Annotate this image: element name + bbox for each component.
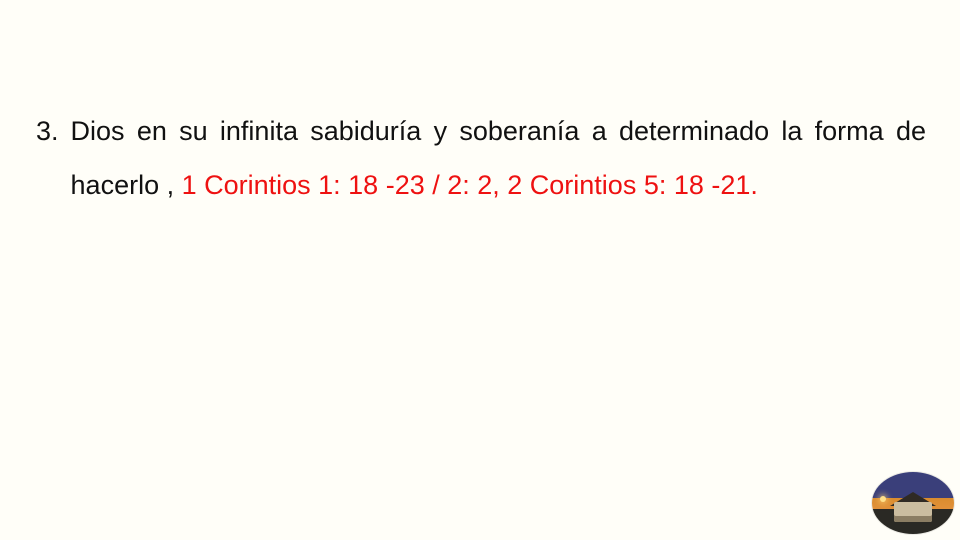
slide: 3. Dios en su infinita sabiduría y sober…	[0, 0, 960, 540]
list-item: 3. Dios en su infinita sabiduría y sober…	[36, 104, 926, 212]
list-content: Dios en su infinita sabiduría y soberaní…	[71, 104, 926, 212]
list-number: 3.	[36, 104, 71, 158]
body-text: 3. Dios en su infinita sabiduría y sober…	[36, 104, 926, 212]
lamp-light-shape	[880, 496, 886, 502]
house-roof-shape	[890, 492, 936, 506]
decorative-image	[872, 472, 954, 534]
scripture-reference: 1 Corintios 1: 18 -23 / 2: 2, 2 Corintio…	[182, 170, 758, 200]
